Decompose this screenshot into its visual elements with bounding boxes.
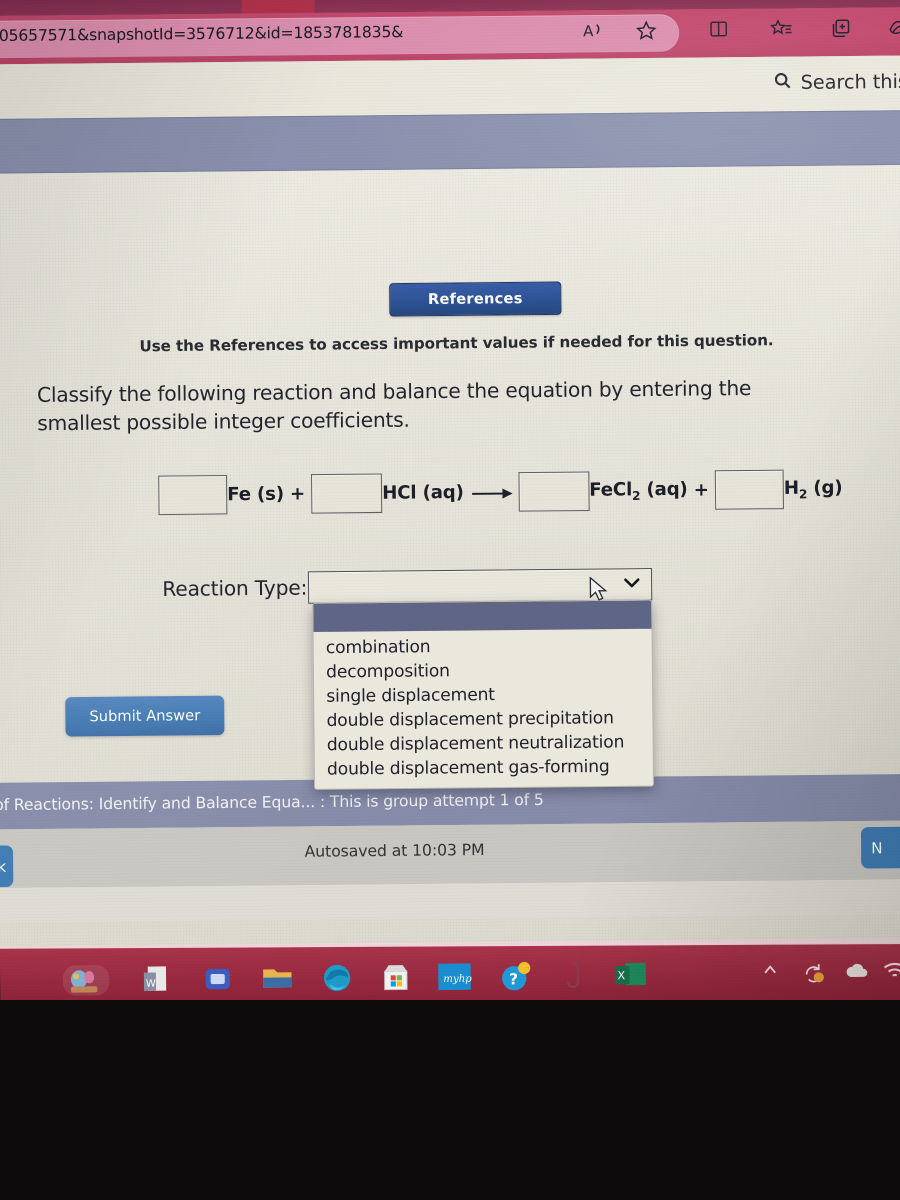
species-fe: Fe (s) xyxy=(227,483,284,506)
onedrive-cloud-icon[interactable] xyxy=(844,961,871,981)
next-button[interactable]: N xyxy=(860,826,900,869)
file-explorer-icon[interactable] xyxy=(261,963,296,994)
species-fecl2: FeCl2 (aq) xyxy=(589,478,688,503)
svg-text:A: A xyxy=(582,22,593,40)
course-search-row: Search this c xyxy=(0,55,900,120)
start-widgets-icon[interactable] xyxy=(62,965,110,996)
microsoft-store-icon[interactable] xyxy=(381,962,416,993)
show-hidden-icons-chevron[interactable] xyxy=(761,962,779,978)
dropdown-option-list: combination decomposition single displac… xyxy=(314,629,653,789)
laptop-screen: 305657571&snapshotId=3576712&id=18537818… xyxy=(0,0,900,1022)
coefficient-input-h2[interactable] xyxy=(714,469,785,510)
mouse-cursor xyxy=(589,576,612,608)
edge-icon[interactable] xyxy=(322,963,357,994)
back-button[interactable]: ack xyxy=(0,845,14,888)
coefficient-input-hcl[interactable] xyxy=(311,473,383,514)
read-aloud-icon[interactable]: A xyxy=(576,14,611,47)
coefficient-input-fecl2[interactable] xyxy=(518,471,590,512)
chevron-down-icon xyxy=(623,575,641,594)
references-button[interactable]: References xyxy=(389,281,562,317)
question-prompt: Classify the following reaction and bala… xyxy=(36,375,752,436)
species-h2: H2 (g) xyxy=(783,476,843,502)
dark-app-icon[interactable] xyxy=(563,960,598,991)
favorites-list-icon[interactable] xyxy=(764,12,799,45)
help-icon[interactable]: ? xyxy=(500,961,535,992)
submit-answer-button[interactable]: Submit Answer xyxy=(65,695,225,737)
dropdown-option[interactable]: double displacement neutralization xyxy=(315,730,653,758)
excel-icon[interactable]: X xyxy=(615,960,650,991)
svg-text:?: ? xyxy=(509,970,518,988)
dropdown-option[interactable]: combination xyxy=(314,633,652,661)
reaction-type-dropdown[interactable]: combination decomposition single displac… xyxy=(312,599,655,790)
wifi-icon[interactable] xyxy=(882,960,900,980)
svg-text:X: X xyxy=(617,969,625,982)
laptop-bezel-bottom xyxy=(0,1000,900,1200)
reaction-type-label: Reaction Type: xyxy=(162,575,308,602)
reaction-arrow-icon xyxy=(472,484,515,501)
browser-essentials-icon[interactable] xyxy=(879,11,900,44)
collections-icon[interactable] xyxy=(823,11,858,44)
svg-text:myhp: myhp xyxy=(443,974,472,985)
svg-text:W: W xyxy=(146,979,156,990)
dropdown-option[interactable]: single displacement xyxy=(314,681,652,709)
dropdown-option[interactable]: double displacement precipitation xyxy=(314,706,652,734)
update-sync-icon[interactable] xyxy=(801,961,828,986)
coefficient-input-fe[interactable] xyxy=(158,474,228,516)
equation-plus-1: + xyxy=(289,483,306,505)
teams-icon[interactable] xyxy=(202,964,237,995)
dropdown-option[interactable]: decomposition xyxy=(314,657,652,685)
split-screen-icon[interactable] xyxy=(701,13,736,46)
myhp-icon[interactable]: myhp xyxy=(437,961,472,992)
search-course-control[interactable]: Search this c xyxy=(772,70,900,96)
search-icon xyxy=(772,71,791,95)
favorite-star-icon[interactable] xyxy=(628,13,663,46)
equation-plus-2: + xyxy=(693,479,710,501)
tab-strip-ghost-text xyxy=(0,0,20,8)
species-hcl: HCl (aq) xyxy=(382,481,464,504)
references-note: Use the References to access important v… xyxy=(139,331,774,356)
equation-row: Fe (s) + HCl (aq) FeCl2 (aq) + H2 (g) xyxy=(158,469,843,516)
word-icon[interactable]: W xyxy=(143,964,179,995)
dropdown-option[interactable]: double displacement gas-forming xyxy=(315,754,653,782)
page-viewport: Search this c References Use the Referen… xyxy=(0,55,900,955)
search-course-label: Search this c xyxy=(800,70,900,94)
